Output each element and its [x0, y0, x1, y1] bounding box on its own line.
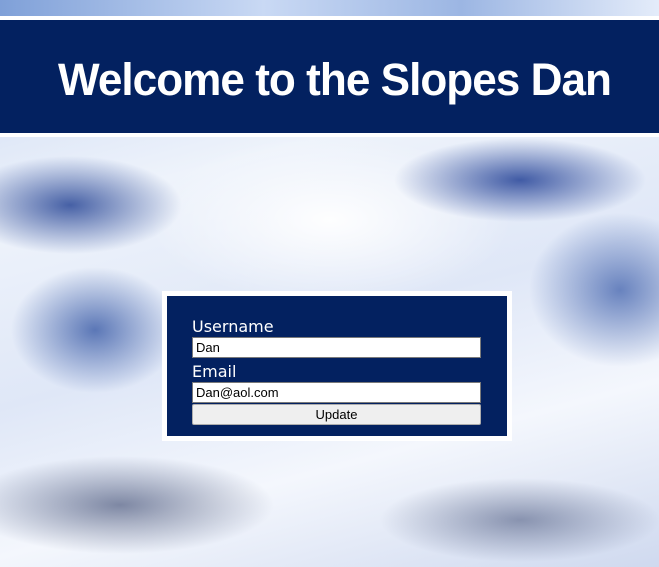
update-button[interactable]: Update [192, 404, 481, 425]
header-banner: Welcome to the Slopes Dan [0, 16, 659, 137]
email-label: Email [192, 362, 237, 381]
profile-form-panel: Username Email Update [162, 291, 512, 441]
header-banner-inner: Welcome to the Slopes Dan [0, 20, 659, 133]
username-label: Username [192, 317, 274, 336]
email-input[interactable] [192, 382, 481, 403]
username-input[interactable] [192, 337, 481, 358]
background-top-strip [0, 0, 659, 16]
page-title: Welcome to the Slopes Dan [58, 54, 612, 105]
profile-form: Username Email Update [167, 296, 507, 436]
